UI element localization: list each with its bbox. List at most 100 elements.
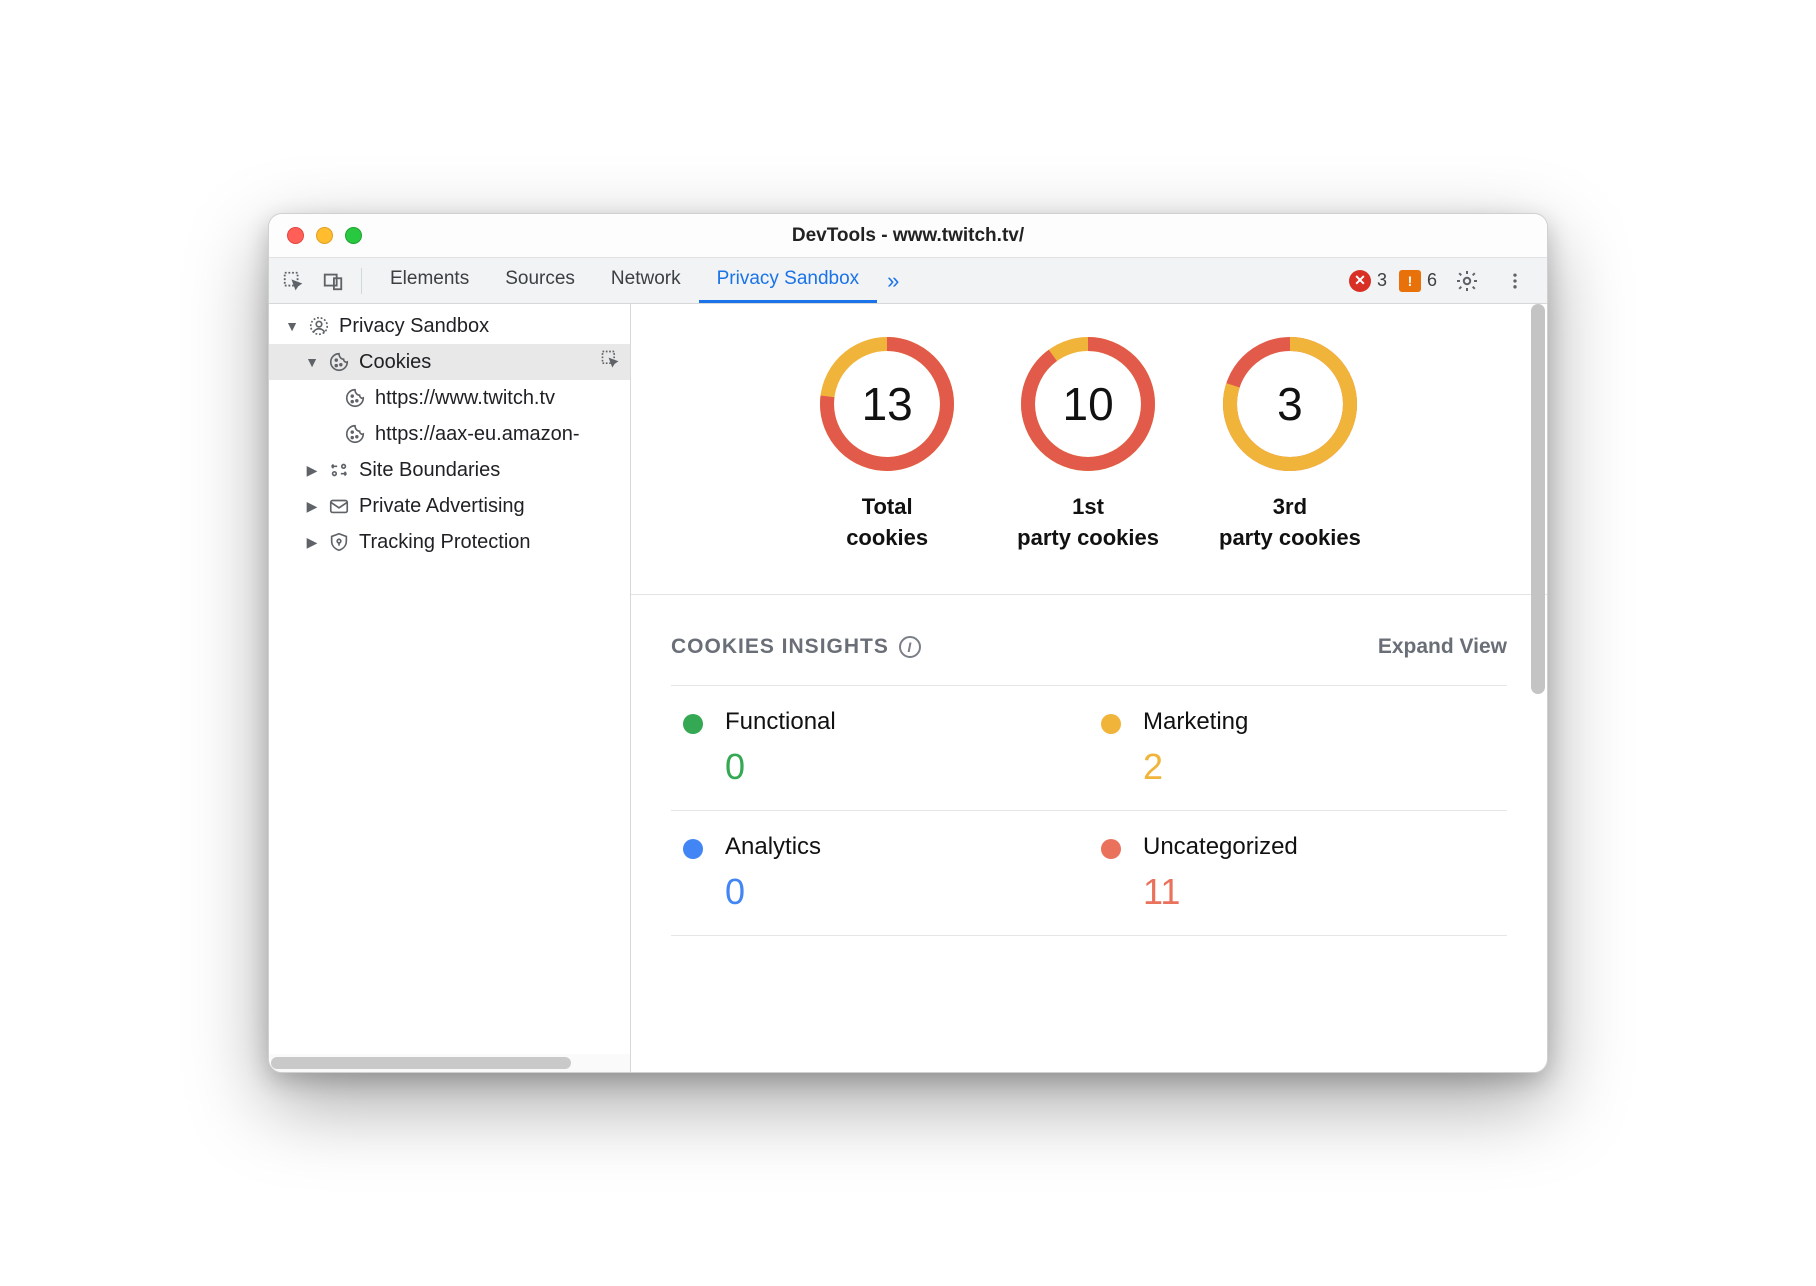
warnings-badge[interactable]: ! 6	[1399, 270, 1437, 292]
caret-right-icon: ▶	[305, 534, 319, 551]
insight-label: Analytics	[725, 833, 821, 861]
insight-label: Marketing	[1143, 708, 1248, 736]
category-dot-icon	[1101, 839, 1121, 859]
insight-text: Uncategorized 11	[1143, 833, 1298, 913]
shield-icon	[327, 530, 351, 554]
sidebar-item-label: Private Advertising	[359, 495, 525, 518]
error-icon: ✕	[1349, 270, 1371, 292]
main-panel: 13 Totalcookies 10 1stparty cookies 3 3r…	[631, 304, 1547, 1072]
ring-chart: 13	[817, 334, 957, 474]
insights-title-text: COOKIES INSIGHTS	[671, 635, 889, 659]
panel-tabs: Elements Sources Network Privacy Sandbox…	[372, 258, 909, 303]
errors-badge[interactable]: ✕ 3	[1349, 270, 1387, 292]
errors-count: 3	[1377, 270, 1387, 291]
sandbox-icon	[307, 314, 331, 338]
close-window-button[interactable]	[287, 227, 304, 244]
titlebar: DevTools - www.twitch.tv/	[269, 214, 1547, 258]
cookie-ring: 13 Totalcookies	[817, 334, 957, 554]
traffic-lights	[269, 227, 362, 244]
inspect-icon[interactable]	[600, 349, 620, 375]
insights-title: COOKIES INSIGHTS i	[671, 635, 921, 659]
maximize-window-button[interactable]	[345, 227, 362, 244]
tab-sources[interactable]: Sources	[487, 258, 593, 303]
cookie-icon	[343, 386, 367, 410]
insight-value: 0	[725, 871, 821, 913]
cookie-ring: 10 1stparty cookies	[1017, 334, 1159, 554]
sidebar-item-label: Privacy Sandbox	[339, 315, 489, 338]
sidebar-item-site-boundaries[interactable]: ▶ Site Boundaries	[269, 452, 630, 488]
toolbar-right: ✕ 3 ! 6	[1349, 263, 1541, 299]
cookie-icon	[343, 422, 367, 446]
caret-down-icon: ▼	[285, 318, 299, 334]
sidebar-item-label: https://aax-eu.amazon-	[375, 423, 580, 446]
sidebar-item-cookies[interactable]: ▼ Cookies	[269, 344, 630, 380]
ring-label: 3rdparty cookies	[1219, 492, 1361, 554]
toolbar-divider	[361, 268, 362, 294]
ring-chart: 3	[1220, 334, 1360, 474]
expand-view-button[interactable]: Expand View	[1378, 635, 1507, 659]
vertical-scrollbar[interactable]	[1531, 304, 1545, 1072]
warnings-count: 6	[1427, 270, 1437, 291]
insight-cell[interactable]: Marketing 2	[1089, 686, 1507, 811]
mail-icon	[327, 494, 351, 518]
insights-grid: Functional 0 Marketing 2 Analytics 0 Unc…	[671, 685, 1507, 936]
kebab-menu-icon[interactable]	[1497, 263, 1533, 299]
warning-icon: !	[1399, 270, 1421, 292]
ring-label: 1stparty cookies	[1017, 492, 1159, 554]
window-title: DevTools - www.twitch.tv/	[269, 225, 1547, 247]
insight-text: Marketing 2	[1143, 708, 1248, 788]
category-dot-icon	[683, 714, 703, 734]
minimize-window-button[interactable]	[316, 227, 333, 244]
cookie-icon	[327, 350, 351, 374]
insight-cell[interactable]: Uncategorized 11	[1089, 811, 1507, 936]
cookie-rings: 13 Totalcookies 10 1stparty cookies 3 3r…	[631, 304, 1547, 595]
caret-down-icon: ▼	[305, 354, 319, 370]
devtools-window: DevTools - www.twitch.tv/ Elements Sourc…	[268, 213, 1548, 1073]
ring-value: 10	[1018, 334, 1158, 474]
category-dot-icon	[1101, 714, 1121, 734]
insight-value: 0	[725, 746, 836, 788]
settings-icon[interactable]	[1449, 263, 1485, 299]
sidebar-item-origin[interactable]: https://aax-eu.amazon-	[269, 416, 630, 452]
ring-value: 3	[1220, 334, 1360, 474]
scrollbar-thumb[interactable]	[1531, 304, 1545, 694]
insight-label: Uncategorized	[1143, 833, 1298, 861]
cookie-ring: 3 3rdparty cookies	[1219, 334, 1361, 554]
boundaries-icon	[327, 458, 351, 482]
tab-elements[interactable]: Elements	[372, 258, 487, 303]
horizontal-scrollbar[interactable]	[269, 1054, 630, 1072]
caret-right-icon: ▶	[305, 498, 319, 515]
sidebar-item-label: https://www.twitch.tv	[375, 387, 555, 410]
insight-value: 2	[1143, 746, 1248, 788]
insight-cell[interactable]: Analytics 0	[671, 811, 1089, 936]
content: ▼ Privacy Sandbox ▼ Cookies	[269, 304, 1547, 1072]
devtools-toolbar: Elements Sources Network Privacy Sandbox…	[269, 258, 1547, 304]
sidebar-item-tracking-protection[interactable]: ▶ Tracking Protection	[269, 524, 630, 560]
insight-text: Functional 0	[725, 708, 836, 788]
sidebar-item-private-advertising[interactable]: ▶ Private Advertising	[269, 488, 630, 524]
sidebar-item-label: Site Boundaries	[359, 459, 500, 482]
sidebar-item-origin[interactable]: https://www.twitch.tv	[269, 380, 630, 416]
category-dot-icon	[683, 839, 703, 859]
cookies-insights: COOKIES INSIGHTS i Expand View Functiona…	[631, 595, 1547, 956]
sidebar-item-label: Tracking Protection	[359, 531, 531, 554]
caret-right-icon: ▶	[305, 462, 319, 479]
more-tabs-button[interactable]: »	[877, 268, 909, 294]
insight-text: Analytics 0	[725, 833, 821, 913]
ring-value: 13	[817, 334, 957, 474]
sidebar-item-label: Cookies	[359, 351, 431, 374]
scrollbar-thumb[interactable]	[271, 1057, 571, 1069]
insight-value: 11	[1143, 871, 1298, 913]
ring-label: Totalcookies	[846, 492, 928, 554]
info-icon[interactable]: i	[899, 636, 921, 658]
tab-network[interactable]: Network	[593, 258, 699, 303]
insight-label: Functional	[725, 708, 836, 736]
tab-privacy-sandbox[interactable]: Privacy Sandbox	[699, 258, 878, 303]
ring-chart: 10	[1018, 334, 1158, 474]
insights-header: COOKIES INSIGHTS i Expand View	[671, 635, 1507, 659]
inspect-element-icon[interactable]	[275, 263, 311, 299]
sidebar: ▼ Privacy Sandbox ▼ Cookies	[269, 304, 631, 1072]
insight-cell[interactable]: Functional 0	[671, 686, 1089, 811]
device-toolbar-icon[interactable]	[315, 263, 351, 299]
sidebar-item-privacy-sandbox[interactable]: ▼ Privacy Sandbox	[269, 308, 630, 344]
